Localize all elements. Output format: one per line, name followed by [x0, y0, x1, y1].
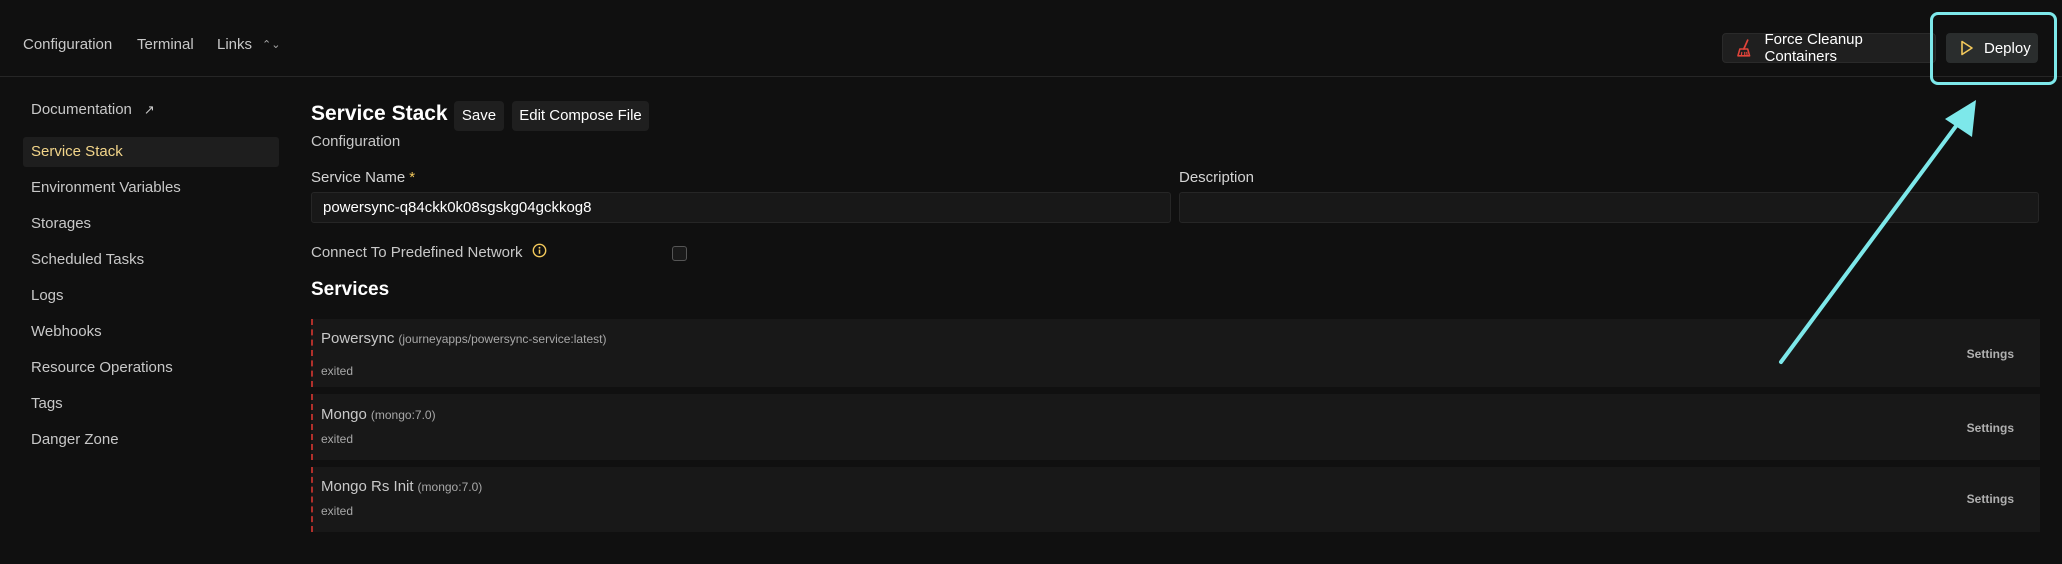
- sidebar-item-label: Webhooks: [31, 323, 102, 340]
- service-status: exited: [321, 364, 354, 378]
- top-navigation: Configuration Terminal Links ⌃⌄ Force Cle…: [0, 0, 2062, 85]
- description-input[interactable]: [1179, 192, 2039, 223]
- services-title: Services: [311, 279, 390, 300]
- service-settings-link[interactable]: Settings: [1967, 421, 2014, 435]
- predefined-network-label: Connect To Predefined Network: [311, 244, 523, 261]
- save-button[interactable]: Save: [454, 101, 504, 131]
- service-name: Powersync (journeyapps/powersync-service:…: [321, 330, 606, 347]
- sidebar-item-webhooks[interactable]: Webhooks: [23, 317, 279, 347]
- service-name: Mongo (mongo:7.0): [321, 406, 436, 423]
- service-status: exited: [321, 504, 354, 518]
- service-card-mongo[interactable]: Mongo (mongo:7.0) exited Settings: [311, 394, 2040, 460]
- service-card-powersync[interactable]: Powersync (journeyapps/powersync-service:…: [311, 319, 2040, 387]
- sidebar-item-label: Documentation: [31, 101, 132, 118]
- sidebar-item-service-stack[interactable]: Service Stack: [23, 137, 279, 167]
- nav-links-label: Links: [217, 36, 253, 53]
- sidebar-item-storages[interactable]: Storages: [23, 209, 279, 239]
- service-settings-link[interactable]: Settings: [1967, 347, 2014, 361]
- required-marker: *: [409, 169, 416, 186]
- service-name-text: Powersync: [321, 330, 395, 347]
- sidebar-item-label: Service Stack: [31, 143, 123, 160]
- service-name-text: Mongo: [321, 406, 367, 423]
- service-settings-link[interactable]: Settings: [1967, 492, 2014, 506]
- service-name-label-text: Service Name: [311, 169, 406, 186]
- description-label: Description: [1179, 169, 1255, 186]
- play-icon: [1961, 40, 1973, 56]
- sidebar-item-environment-variables[interactable]: Environment Variables: [23, 173, 279, 203]
- page-title: Service Stack: [311, 102, 448, 125]
- chevron-up-down-icon: ⌃⌄: [262, 39, 281, 51]
- service-image: (journeyapps/powersync-service:latest): [398, 332, 607, 346]
- service-image: (mongo:7.0): [417, 480, 483, 494]
- deploy-label: Deploy: [1984, 39, 2031, 57]
- service-name-input[interactable]: powersync-q84ckk0k08sgskg04gckkog8: [311, 192, 1171, 223]
- sidebar-item-label: Environment Variables: [31, 179, 181, 196]
- sidebar-item-resource-operations[interactable]: Resource Operations: [23, 353, 279, 383]
- info-icon[interactable]: [532, 243, 547, 258]
- sidebar-item-scheduled-tasks[interactable]: Scheduled Tasks: [23, 245, 279, 275]
- force-cleanup-label: Force Cleanup Containers: [1764, 31, 1863, 65]
- external-link-icon: ↗: [143, 102, 155, 117]
- nav-terminal[interactable]: Terminal: [137, 36, 194, 53]
- page-subtitle: Configuration: [311, 133, 401, 150]
- sidebar-item-label: Danger Zone: [31, 431, 119, 448]
- edit-compose-file-button[interactable]: Edit Compose File: [512, 101, 649, 131]
- service-card-mongo-rs-init[interactable]: Mongo Rs Init (mongo:7.0) exited Settings: [311, 467, 2040, 532]
- sidebar-item-label: Scheduled Tasks: [31, 251, 145, 268]
- predefined-network-checkbox[interactable]: [672, 246, 687, 261]
- broom-icon: [1737, 39, 1751, 57]
- sidebar-item-danger-zone[interactable]: Danger Zone: [23, 425, 279, 455]
- service-name-text: Mongo Rs Init: [321, 478, 414, 495]
- sidebar-item-tags[interactable]: Tags: [23, 389, 279, 419]
- sidebar-item-documentation[interactable]: Documentation ↗: [23, 95, 279, 125]
- nav-links-dropdown[interactable]: Links ⌃⌄: [217, 36, 280, 53]
- deploy-button[interactable]: Deploy: [1946, 33, 2038, 63]
- service-status: exited: [321, 432, 354, 446]
- service-name: Mongo Rs Init (mongo:7.0): [321, 478, 482, 495]
- service-name-label: Service Name *: [311, 169, 415, 186]
- service-image: (mongo:7.0): [370, 408, 436, 422]
- sidebar-item-label: Resource Operations: [31, 359, 173, 376]
- nav-configuration[interactable]: Configuration: [23, 36, 112, 53]
- sidebar-item-logs[interactable]: Logs: [23, 281, 279, 311]
- sidebar-item-label: Tags: [31, 395, 63, 412]
- force-cleanup-button[interactable]: Force Cleanup Containers: [1722, 31, 1936, 65]
- sidebar-item-label: Logs: [31, 287, 64, 304]
- sidebar-item-label: Storages: [31, 215, 92, 232]
